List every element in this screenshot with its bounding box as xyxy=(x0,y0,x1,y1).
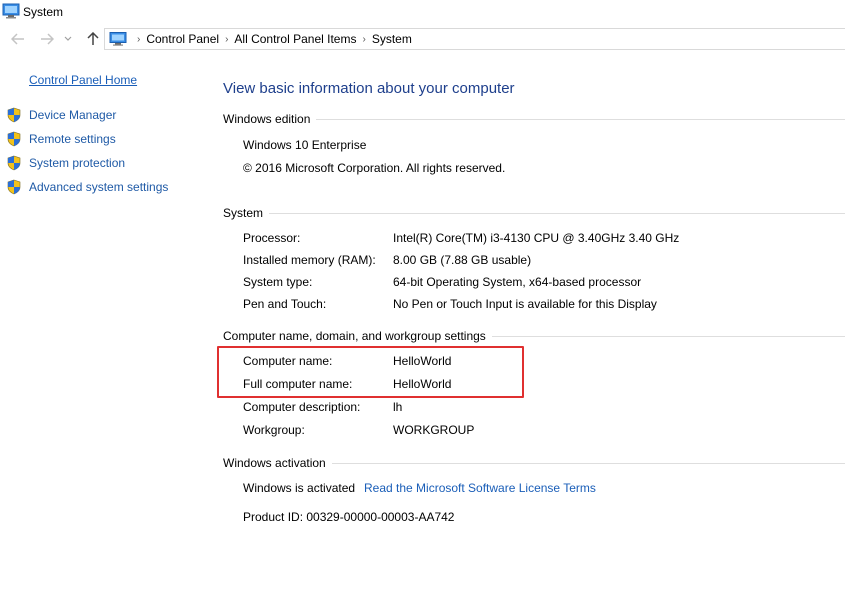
system-window: System › Control Panel › All Control Pan… xyxy=(0,0,845,616)
section-windows-edition: Windows edition xyxy=(223,112,845,126)
breadcrumb-control-panel[interactable]: Control Panel xyxy=(146,32,219,46)
chevron-right-icon[interactable]: › xyxy=(225,34,228,45)
computer-description-label: Computer description: xyxy=(243,400,361,414)
edition-name: Windows 10 Enterprise xyxy=(243,138,367,152)
arrow-left-icon[interactable] xyxy=(9,30,27,48)
title-bar: System xyxy=(0,0,845,24)
control-panel-home-link[interactable]: Control Panel Home xyxy=(29,73,137,87)
section-title: Windows edition xyxy=(223,112,311,126)
copyright-text: © 2016 Microsoft Corporation. All rights… xyxy=(243,161,506,175)
sidebar-item-system-protection[interactable]: System protection xyxy=(6,154,125,172)
pen-touch-value: No Pen or Touch Input is available for t… xyxy=(393,297,657,311)
pen-touch-label: Pen and Touch: xyxy=(243,297,327,311)
divider xyxy=(331,463,845,464)
computer-icon xyxy=(109,32,127,46)
processor-label: Processor: xyxy=(243,231,301,245)
sidebar-item-label: System protection xyxy=(29,156,126,170)
page-title: View basic information about your comput… xyxy=(223,80,515,97)
computer-description-value: lh xyxy=(393,400,403,414)
section-system: System xyxy=(223,206,845,220)
address-bar[interactable]: › Control Panel › All Control Panel Item… xyxy=(104,28,845,50)
section-computer-name: Computer name, domain, and workgroup set… xyxy=(223,329,845,343)
chevron-right-icon[interactable]: › xyxy=(362,34,365,45)
sidebar-item-device-manager[interactable]: Device Manager xyxy=(6,106,116,124)
shield-icon xyxy=(7,131,21,147)
breadcrumb-all-control-panel-items[interactable]: All Control Panel Items xyxy=(234,32,356,46)
sidebar-item-label: Device Manager xyxy=(29,108,117,122)
divider xyxy=(491,336,845,337)
highlight-box xyxy=(217,346,524,398)
window-title: System xyxy=(23,5,64,19)
shield-icon xyxy=(7,107,21,123)
arrow-right-icon[interactable] xyxy=(38,30,56,48)
section-title: Computer name, domain, and workgroup set… xyxy=(223,329,486,343)
workgroup-value: WORKGROUP xyxy=(393,423,475,437)
divider xyxy=(269,213,845,214)
shield-icon xyxy=(7,179,21,195)
section-windows-activation: Windows activation xyxy=(223,456,845,470)
system-type-value: 64-bit Operating System, x64-based proce… xyxy=(393,275,642,289)
sidebar-item-advanced-system-settings[interactable]: Advanced system settings xyxy=(6,178,168,196)
chevron-right-icon[interactable]: › xyxy=(137,34,140,45)
system-type-label: System type: xyxy=(243,275,313,289)
chevron-down-icon[interactable] xyxy=(62,30,74,48)
navigation-bar: › Control Panel › All Control Panel Item… xyxy=(0,26,845,52)
section-title: Windows activation xyxy=(223,456,326,470)
arrow-up-icon[interactable] xyxy=(84,30,102,48)
memory-label: Installed memory (RAM): xyxy=(243,253,376,267)
sidebar-item-remote-settings[interactable]: Remote settings xyxy=(6,130,116,148)
memory-value: 8.00 GB (7.88 GB usable) xyxy=(393,253,532,267)
workgroup-label: Workgroup: xyxy=(243,423,305,437)
processor-value: Intel(R) Core(TM) i3-4130 CPU @ 3.40GHz … xyxy=(393,231,680,245)
sidebar-item-label: Remote settings xyxy=(29,132,116,146)
sidebar-item-label: Advanced system settings xyxy=(29,180,169,194)
activation-status: Windows is activated xyxy=(243,481,356,495)
computer-icon xyxy=(2,3,20,19)
section-title: System xyxy=(223,206,264,220)
shield-icon xyxy=(7,155,21,171)
product-id: Product ID: 00329-00000-00003-AA742 xyxy=(243,510,455,524)
license-terms-link[interactable]: Read the Microsoft Software License Term… xyxy=(364,481,596,495)
breadcrumb-system[interactable]: System xyxy=(372,32,412,46)
divider xyxy=(316,119,845,120)
